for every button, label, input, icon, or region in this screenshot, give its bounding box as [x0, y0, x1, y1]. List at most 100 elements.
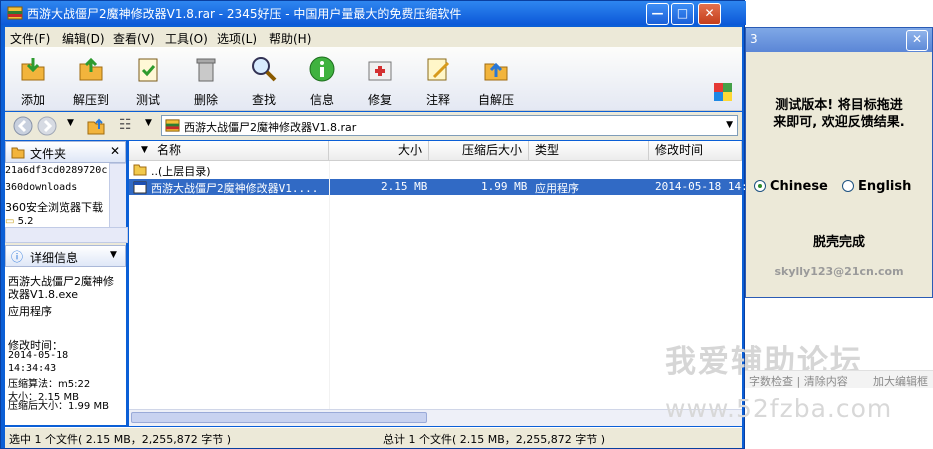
menu-file[interactable]: 文件(F)	[10, 30, 50, 47]
path-field[interactable]: 西游大战僵尸2魔神修改器V1.8.rar ▼	[161, 115, 738, 136]
delete-label: 删除	[193, 93, 218, 107]
column-modified[interactable]: 修改时间	[649, 141, 742, 161]
sort-down-icon: ▼	[141, 145, 148, 155]
info-small-icon: ⓘ	[11, 250, 24, 264]
left-pane: 文件夹 ✕ 21a6df3cd0289720c 360downloads 360…	[5, 141, 128, 425]
folder-item[interactable]: 21a6df3cd0289720c	[5, 165, 109, 176]
skin-color-icon[interactable]	[714, 83, 732, 101]
view-dropdown-icon[interactable]: ▼	[145, 118, 152, 128]
back-icon[interactable]	[13, 116, 33, 136]
test-button[interactable]: 测试	[124, 51, 172, 109]
row-name: ..(上层目录)	[151, 165, 211, 178]
details-date: 2014-05-18	[8, 350, 69, 361]
status-selected: 选中 1 个文件( 2.15 MB，2,255,872 字节 )	[9, 433, 232, 446]
details-header[interactable]: ⓘ 详细信息 ▼	[5, 245, 126, 267]
row-size: 2.15 MB	[381, 180, 428, 193]
dialog-title: 3	[750, 32, 758, 46]
delete-button[interactable]: 删除	[182, 51, 230, 109]
menu-help[interactable]: 帮助(H)	[269, 30, 311, 47]
comment-button[interactable]: 注释	[414, 51, 462, 109]
dialog-title-bar[interactable]: 3 ✕	[746, 28, 932, 52]
details-file-name: 西游大战僵尸2魔神修改器V1.8.exe	[8, 275, 114, 301]
details-panel: 西游大战僵尸2魔神修改器V1.8.exe 应用程序 修改时间： 2014-05-…	[5, 267, 126, 425]
watermark-url: www.52fzba.com	[665, 394, 893, 423]
menu-edit[interactable]: 编辑(D)	[62, 30, 105, 47]
column-size[interactable]: 大小	[329, 141, 429, 161]
collapse-icon[interactable]: ▼	[110, 250, 117, 260]
menu-tools[interactable]: 工具(O)	[165, 30, 208, 47]
scrollbar-thumb[interactable]	[131, 412, 427, 423]
folder-icon: ▭	[5, 216, 15, 227]
folder-scrollbar[interactable]	[109, 163, 126, 227]
title-bar[interactable]: 西游大战僵尸2魔神修改器V1.8.rar - 2345好压 - 中国用户量最大的…	[1, 1, 746, 25]
column-packed-size[interactable]: 压缩后大小	[429, 141, 529, 161]
magnifier-icon	[252, 57, 277, 82]
forward-icon[interactable]	[37, 116, 57, 136]
menu-bar: 文件(F) 编辑(D) 查看(V) 工具(O) 选项(L) 帮助(H)	[5, 27, 742, 47]
status-bar: 选中 1 个文件( 2.15 MB，2,255,872 字节 ) 总计 1 个文…	[5, 427, 742, 448]
folder-hscrollbar[interactable]	[5, 227, 128, 243]
enlarge-editor-link[interactable]: 加大编辑框	[873, 373, 928, 389]
main-window: 西游大战僵尸2魔神修改器V1.8.rar - 2345好压 - 中国用户量最大的…	[0, 0, 754, 449]
folder-item[interactable]: ▭ 5.2	[5, 216, 109, 227]
folder-item[interactable]: 360downloads	[5, 182, 109, 193]
dialog-close-button[interactable]: ✕	[906, 30, 928, 51]
extract-to-button[interactable]: 解压到	[67, 51, 115, 109]
column-divider	[329, 161, 330, 409]
radio-english-label: English	[858, 179, 912, 194]
file-list: ▼ 名称 大小 压缩后大小 类型 修改时间 ..(上层目录) 西游大战僵尸2魔神…	[129, 141, 754, 426]
clipboard-check-icon	[138, 58, 158, 82]
folders-header-label: 文件夹	[30, 147, 67, 161]
add-button[interactable]: 添加	[9, 51, 57, 109]
repair-button[interactable]: 修复	[356, 51, 404, 109]
find-button[interactable]: 查找	[240, 51, 288, 109]
editor-links[interactable]: 字数检查 | 清除内容	[749, 373, 848, 389]
table-row[interactable]: ..(上层目录)	[129, 161, 742, 178]
row-type: 应用程序	[535, 182, 579, 195]
table-row[interactable]: 西游大战僵尸2魔神修改器V1.... 2.15 MB 1.99 MB 应用程序 …	[129, 179, 754, 195]
close-pane-icon[interactable]: ✕	[110, 144, 120, 158]
close-button[interactable]: ✕	[698, 3, 721, 25]
column-type[interactable]: 类型	[529, 141, 649, 161]
details-file-type: 应用程序	[8, 305, 52, 318]
info-label: 信息	[309, 93, 334, 107]
column-name-label: 名称	[157, 143, 182, 157]
horizontal-scrollbar[interactable]	[129, 409, 742, 426]
view-mode-icon[interactable]: ☷	[119, 117, 132, 133]
note-pencil-icon	[427, 58, 450, 81]
folders-header[interactable]: 文件夹 ✕	[5, 141, 126, 163]
address-bar: ▼ ☷ ▼ 西游大战僵尸2魔神修改器V1.8.rar ▼	[5, 112, 742, 140]
add-label: 添加	[20, 93, 45, 107]
self-extract-icon	[484, 62, 508, 81]
maximize-button[interactable]: □	[671, 3, 694, 25]
details-packed-size: 压缩后大小：1.99 MB	[8, 401, 109, 412]
up-folder-icon[interactable]	[87, 117, 105, 135]
path-dropdown-icon[interactable]: ▼	[726, 120, 733, 130]
row-modified: 2014-05-18 14:3	[655, 180, 755, 193]
folder-list: 21a6df3cd0289720c 360downloads 360安全浏览器下…	[5, 163, 126, 227]
radio-unselected-icon	[842, 180, 854, 192]
dialog-email: skylly123@21cn.com	[774, 265, 904, 278]
info-button[interactable]: 信息	[298, 51, 346, 109]
parent-folder-icon	[133, 164, 147, 176]
path-text: 西游大战僵尸2魔神修改器V1.8.rar	[184, 121, 357, 134]
self-extract-button[interactable]: 自解压	[472, 51, 520, 109]
archive-app-icon	[7, 6, 23, 20]
menu-options[interactable]: 选项(L)	[217, 30, 257, 47]
history-dropdown-icon[interactable]: ▼	[67, 118, 74, 128]
archive-file-icon	[165, 119, 180, 132]
dialog-message-2: 来即可, 欢迎反馈结果.	[773, 115, 905, 130]
column-name[interactable]: ▼ 名称	[129, 141, 329, 161]
row-name: 西游大战僵尸2魔神修改器V1....	[151, 182, 319, 195]
dialog-done-text: 脱壳完成	[812, 235, 865, 250]
test-label: 测试	[135, 93, 160, 107]
folder-item[interactable]: 360安全浏览器下载	[5, 199, 109, 215]
minimize-button[interactable]: —	[646, 3, 669, 25]
folder-icon	[11, 147, 25, 159]
add-archive-icon	[21, 58, 45, 81]
menu-view[interactable]: 查看(V)	[113, 30, 155, 47]
details-time: 14:34:43	[8, 363, 57, 374]
radio-chinese-label: Chinese	[770, 179, 828, 194]
extract-icon	[79, 57, 103, 81]
self-extract-label: 自解压	[477, 93, 514, 107]
